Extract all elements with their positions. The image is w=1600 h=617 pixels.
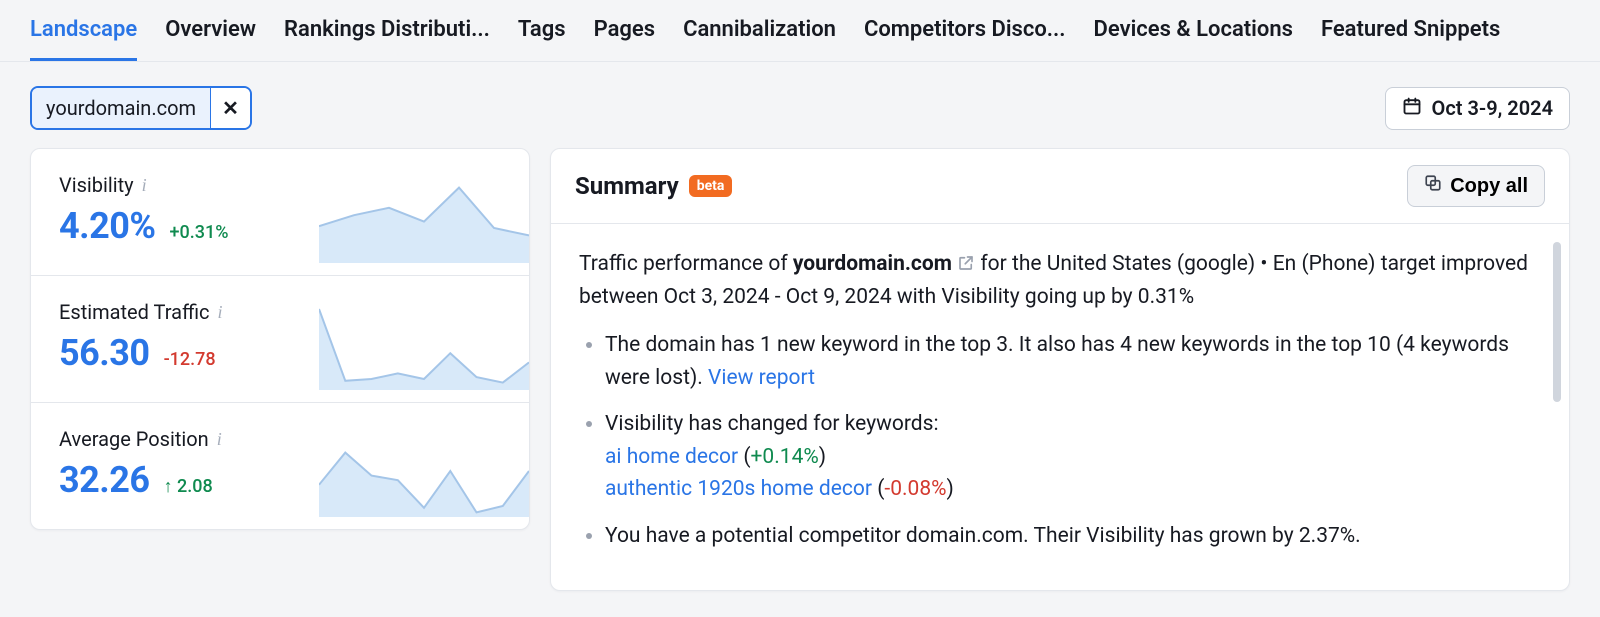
tab-cannibalization[interactable]: Cannibalization [683,0,836,61]
delta-negative: -0.08% [884,477,946,501]
info-icon[interactable]: i [217,430,222,448]
tab-rankings-distributi[interactable]: Rankings Distributi... [284,0,490,61]
tab-overview[interactable]: Overview [165,0,256,61]
metric-value: 32.26 [59,459,150,501]
metric-position: Average Positioni32.26↑ 2.08 [31,403,529,529]
sparkline [319,171,529,263]
tab-pages[interactable]: Pages [594,0,655,61]
summary-bullet: Visibility has changed for keywords: ai … [605,408,1531,506]
scrollbar[interactable] [1553,242,1561,402]
metric-traffic: Estimated Traffici56.30-12.78 [31,276,529,403]
summary-title: Summary [575,172,679,200]
filter-row: yourdomain.com ✕ Oct 3-9, 2024 [0,62,1600,148]
tab-featured-snippets[interactable]: Featured Snippets [1321,0,1500,61]
summary-intro-domain: yourdomain.com [793,252,952,276]
tab-tags[interactable]: Tags [518,0,566,61]
keyword-link[interactable]: ai home decor [605,445,738,469]
summary-bullet: The domain has 1 new keyword in the top … [605,329,1531,394]
info-icon[interactable]: i [218,303,223,321]
copy-icon [1424,174,1442,198]
metric-delta: ↑ 2.08 [164,476,213,497]
copy-all-label: Copy all [1450,175,1528,198]
tab-devices-locations[interactable]: Devices & Locations [1094,0,1293,61]
delta-positive: +0.14% [751,445,819,469]
summary-bullet: You have a potential competitor domain.c… [605,520,1531,553]
info-icon[interactable]: i [142,176,147,194]
metric-value: 4.20% [59,205,156,247]
copy-all-button[interactable]: Copy all [1407,165,1545,207]
metric-visibility: Visibilityi4.20%+0.31% [31,149,529,276]
metrics-card: Visibilityi4.20%+0.31%Estimated Traffici… [30,148,530,530]
tab-bar: Landscape Overview Rankings Distributi... T… [0,0,1600,62]
tab-competitors-disco[interactable]: Competitors Disco... [864,0,1066,61]
date-range-label: Oct 3-9, 2024 [1432,96,1553,120]
keyword-link[interactable]: authentic 1920s home decor [605,477,872,501]
date-range-picker[interactable]: Oct 3-9, 2024 [1385,87,1570,130]
beta-badge: beta [689,175,733,197]
domain-filter-chip[interactable]: yourdomain.com ✕ [30,86,252,130]
sparkline [319,425,529,517]
summary-card: Summary beta Copy all Traffic performanc… [550,148,1570,591]
close-icon[interactable]: ✕ [210,88,250,128]
calendar-icon [1402,96,1422,121]
metric-delta: -12.78 [164,349,216,370]
metric-delta: +0.31% [170,222,229,243]
summary-intro-prefix: Traffic performance of [579,252,793,276]
summary-intro: Traffic performance of yourdomain.com fo… [579,248,1531,313]
summary-bullet-text: Visibility has changed for keywords: [605,412,939,436]
external-link-icon[interactable] [957,252,980,276]
main-content: Visibilityi4.20%+0.31%Estimated Traffici… [0,148,1600,617]
sparkline [319,298,529,390]
tab-landscape[interactable]: Landscape [30,0,137,61]
summary-header: Summary beta Copy all [551,149,1569,224]
summary-bullet-text: You have a potential competitor domain.c… [605,524,1361,548]
domain-filter-label: yourdomain.com [32,88,210,128]
metric-value: 56.30 [59,332,150,374]
summary-body: Traffic performance of yourdomain.com fo… [551,224,1569,590]
view-report-link[interactable]: View report [708,366,815,390]
